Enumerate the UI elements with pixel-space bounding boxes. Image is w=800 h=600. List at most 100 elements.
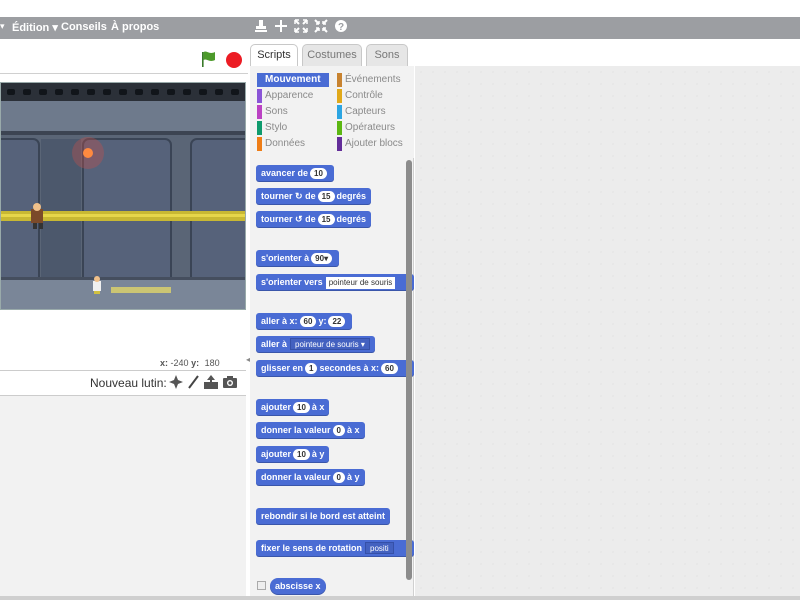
block-text: secondes à x: <box>319 363 380 373</box>
block-text: tourner <box>261 214 293 224</box>
stage-scene <box>1 83 245 309</box>
shrink-icon[interactable] <box>313 19 329 35</box>
category-label: Contrôle <box>345 90 383 101</box>
block-donner-x[interactable]: donner la valeur 0 à x <box>256 422 365 438</box>
block-aller-a[interactable]: aller à pointeur de souris ▾ <box>256 336 375 352</box>
x-input[interactable]: 60 <box>381 363 398 374</box>
block-text: degrés <box>336 214 367 224</box>
sprite-list-panel <box>0 396 246 600</box>
tab-costumes[interactable]: Costumes <box>302 44 362 66</box>
category-ajouter-blocs[interactable]: Ajouter blocs <box>337 137 409 151</box>
green-flag-icon[interactable] <box>200 50 218 68</box>
y-input[interactable]: 22 <box>328 316 346 327</box>
category-label: Ajouter blocs <box>345 138 403 149</box>
block-text: à x <box>311 402 325 412</box>
block-donner-y[interactable]: donner la valeur 0 à y <box>256 469 365 485</box>
number-input[interactable]: 10 <box>293 402 310 413</box>
duplicate-stamp-icon[interactable] <box>253 19 269 35</box>
show-variable-checkbox[interactable] <box>257 581 266 590</box>
block-text: y: <box>318 316 327 326</box>
category-color-swatch <box>337 73 342 87</box>
block-tourner-droite[interactable]: tourner ↻ de 15 degrés <box>256 188 372 204</box>
block-text: à x <box>346 425 360 435</box>
scientist-sprite[interactable] <box>93 276 101 294</box>
category-stylo[interactable]: Stylo <box>257 121 329 135</box>
block-orienter-vers[interactable]: s'orienter vers pointeur de souris <box>256 274 414 290</box>
menu-apropos[interactable]: À propos <box>111 21 159 33</box>
choose-sprite-library-icon[interactable] <box>168 374 184 390</box>
category-color-swatch <box>337 137 342 151</box>
file-menu-arrow-icon[interactable]: ▾ <box>0 21 5 32</box>
paint-sprite-brush-icon[interactable] <box>186 374 202 390</box>
category-label: Opérateurs <box>345 122 396 133</box>
coord-y-value: 180 <box>204 358 220 368</box>
category-operateurs[interactable]: Opérateurs <box>337 121 409 135</box>
category-apparence[interactable]: Apparence <box>257 89 329 103</box>
seconds-input[interactable]: 1 <box>305 363 318 374</box>
palette-scrollbar[interactable] <box>406 160 412 580</box>
tab-scripts[interactable]: Scripts <box>250 44 298 67</box>
camera-sprite-icon[interactable] <box>222 374 238 390</box>
block-ajouter-y[interactable]: ajouter 10 à y <box>256 446 330 462</box>
x-input[interactable]: 60 <box>299 316 317 327</box>
block-text: rebondir si le bord est atteint <box>261 511 386 521</box>
block-text: ajouter <box>261 449 292 459</box>
category-capteurs[interactable]: Capteurs <box>337 105 409 119</box>
category-color-swatch <box>337 89 342 103</box>
block-text: donner la valeur <box>261 425 331 435</box>
direction-dropdown[interactable]: 90▾ <box>311 253 333 264</box>
stage-canvas[interactable] <box>0 82 246 310</box>
rotate-counterclockwise-icon: ↺ <box>295 214 303 224</box>
tab-sons[interactable]: Sons <box>366 44 408 66</box>
category-label: Mouvement <box>265 74 321 85</box>
block-aller-xy[interactable]: aller à x: 60 y: 22 <box>256 313 353 329</box>
category-color-swatch <box>337 121 342 135</box>
category-label: Stylo <box>265 122 288 133</box>
number-input[interactable]: 10 <box>293 449 310 460</box>
block-ajouter-x[interactable]: ajouter 10 à x <box>256 399 330 415</box>
block-text: aller à <box>261 339 288 349</box>
category-color-swatch <box>257 137 262 151</box>
bottom-border <box>0 596 800 600</box>
block-avancer[interactable]: avancer de 10 <box>256 165 334 181</box>
number-input[interactable]: 15 <box>317 214 335 225</box>
grow-icon[interactable] <box>293 19 309 35</box>
number-input[interactable]: 0 <box>332 425 345 436</box>
block-text: s'orienter vers <box>261 277 323 287</box>
scratch-editor: ▾ Édition ▾ Conseils À propos ? x: -240 … <box>0 0 800 600</box>
category-evenements[interactable]: Événements <box>337 73 409 87</box>
stop-sign-icon[interactable] <box>226 52 242 68</box>
target-dropdown[interactable]: pointeur de souris <box>325 277 396 289</box>
block-tourner-gauche[interactable]: tourner ↺ de 15 degrés <box>256 211 372 227</box>
block-text: abscisse x <box>275 581 321 591</box>
rotation-style-dropdown[interactable]: positi <box>365 542 394 554</box>
block-text: avancer de <box>261 168 309 178</box>
block-orienter[interactable]: s'orienter à 90▾ <box>256 250 340 266</box>
category-color-swatch <box>257 73 262 87</box>
upload-sprite-icon[interactable] <box>203 374 219 390</box>
category-mouvement[interactable]: Mouvement <box>257 73 329 87</box>
number-input[interactable]: 10 <box>310 168 327 179</box>
block-text: degrés <box>336 191 367 201</box>
category-donnees[interactable]: Données <box>257 137 329 151</box>
category-label: Données <box>265 138 306 149</box>
menu-edition[interactable]: Édition ▾ <box>12 21 58 34</box>
menu-conseils[interactable]: Conseils <box>61 21 107 33</box>
block-rebondir[interactable]: rebondir si le bord est atteint <box>256 508 391 524</box>
number-input[interactable]: 15 <box>317 191 335 202</box>
scripts-area[interactable] <box>415 66 800 600</box>
help-icon[interactable]: ? <box>333 19 349 35</box>
mouse-coordinates: x: -240 y: 180 <box>160 358 220 368</box>
block-sens-rotation[interactable]: fixer le sens de rotation positi <box>256 540 414 556</box>
category-sons[interactable]: Sons <box>257 105 329 119</box>
block-text: à y <box>346 472 360 482</box>
block-glisser[interactable]: glisser en 1 secondes à x: 60 <box>256 360 414 376</box>
category-controle[interactable]: Contrôle <box>337 89 409 103</box>
reporter-abscisse-x[interactable]: abscisse x <box>270 578 326 594</box>
menu-bar: ▾ Édition ▾ Conseils À propos ? <box>0 17 800 39</box>
block-text: s'orienter à <box>261 253 310 263</box>
category-label: Sons <box>265 106 288 117</box>
number-input[interactable]: 0 <box>332 472 345 483</box>
target-dropdown[interactable]: pointeur de souris ▾ <box>290 338 370 350</box>
delete-scissors-icon[interactable] <box>273 19 289 35</box>
